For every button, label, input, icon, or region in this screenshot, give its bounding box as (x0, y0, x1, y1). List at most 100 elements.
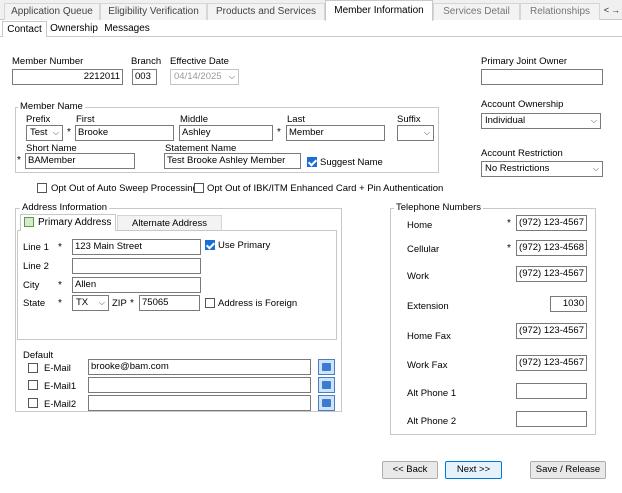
chevron-down-icon: ⌵ (590, 116, 597, 125)
line1-input[interactable]: 123 Main Street (72, 239, 201, 255)
member-name-group-title: Member Name (18, 101, 85, 112)
state-select[interactable]: TX ⌵ (72, 295, 109, 311)
work-fax-input[interactable]: (972) 123-4567 (516, 355, 587, 371)
suffix-label: Suffix (397, 114, 421, 125)
email2-send-button[interactable] (318, 395, 335, 411)
first-name-label: First (76, 114, 95, 125)
email1-send-button[interactable] (318, 377, 335, 393)
suffix-select[interactable]: ⌵ (397, 125, 434, 141)
account-restriction-value: No Restrictions (485, 163, 550, 174)
extension-input[interactable]: 1030 (550, 296, 587, 312)
effective-date-label: Effective Date (170, 56, 229, 67)
suggest-name-label: Suggest Name (320, 157, 383, 168)
work-phone-input[interactable]: (972) 123-4567 (516, 266, 587, 282)
alt-phone1-input[interactable] (516, 383, 587, 399)
suggest-name-checkbox[interactable] (307, 157, 317, 167)
default-label: Default (23, 350, 54, 361)
effective-date-picker[interactable]: 04/14/2025 ⌵ (170, 69, 239, 85)
tab-application-queue[interactable]: Application Queue (4, 3, 100, 20)
email2-default-checkbox[interactable] (28, 398, 38, 408)
save-release-button[interactable]: Save / Release (530, 461, 606, 479)
address-information-title: Address Information (20, 202, 110, 213)
cellular-phone-label: Cellular (407, 244, 440, 255)
prefix-label: Prefix (26, 114, 51, 125)
email1-input[interactable] (88, 377, 311, 393)
prefix-select[interactable]: Test ⌵ (26, 125, 63, 141)
required-marker: * (507, 218, 511, 229)
zip-input[interactable]: 75065 (139, 295, 200, 311)
chevron-down-icon: ⌵ (423, 128, 430, 137)
home-fax-label: Home Fax (407, 331, 451, 342)
chevron-down-icon: ⌵ (98, 298, 105, 307)
address-foreign-checkbox[interactable] (205, 298, 215, 308)
email2-input[interactable] (88, 395, 311, 411)
state-value: TX (76, 297, 89, 308)
statement-name-input[interactable]: Test Brooke Ashley Member (164, 153, 301, 169)
primary-joint-owner-input[interactable] (481, 69, 603, 85)
opt-out-sweep-checkbox[interactable] (37, 183, 47, 193)
use-primary-checkbox[interactable] (205, 240, 215, 250)
line2-input[interactable] (72, 258, 201, 274)
alt-phone2-label: Alt Phone 2 (407, 416, 457, 427)
tab-services-detail[interactable]: Services Detail (433, 3, 520, 20)
required-marker: * (58, 242, 62, 253)
required-marker: * (17, 155, 21, 166)
use-primary-label: Use Primary (218, 240, 271, 251)
effective-date-value: 04/14/2025 (174, 71, 222, 82)
middle-name-input[interactable]: Ashley (179, 125, 273, 141)
tab-member-information[interactable]: Member Information (325, 0, 433, 21)
email1-label: E-Mail1 (44, 381, 77, 392)
address-foreign-label: Address is Foreign (218, 298, 298, 309)
home-phone-input[interactable]: (972) 123-4567 (516, 215, 587, 231)
tab-products-and-services[interactable]: Products and Services (207, 3, 325, 20)
tab-ownership[interactable]: Ownership (48, 21, 100, 37)
account-restriction-select[interactable]: No Restrictions ⌵ (481, 161, 603, 177)
telephone-numbers-title: Telephone Numbers (394, 202, 484, 213)
short-name-input[interactable]: BAMember (25, 153, 135, 169)
work-phone-label: Work (407, 271, 429, 282)
tab-eligibility-verification[interactable]: Eligibility Verification (100, 3, 207, 20)
state-label: State (23, 298, 46, 309)
alt-phone1-label: Alt Phone 1 (407, 388, 457, 399)
primary-address-tab-label: Primary Address (38, 217, 112, 228)
extension-label: Extension (407, 301, 449, 312)
member-number-input[interactable]: 2212011 (12, 69, 123, 85)
required-marker: * (58, 280, 62, 291)
tab-primary-address[interactable]: Primary Address (20, 214, 116, 231)
prefix-value: Test (30, 127, 48, 138)
cellular-phone-input[interactable]: (972) 123-4568 (516, 240, 587, 256)
home-fax-input[interactable]: (972) 123-4567 (516, 323, 587, 339)
scroll-right-icon[interactable]: → (611, 3, 620, 18)
branch-label: Branch (131, 56, 162, 67)
email1-default-checkbox[interactable] (28, 380, 38, 390)
email-default-checkbox[interactable] (28, 363, 38, 373)
account-restriction-label: Account Restriction (481, 148, 563, 159)
required-marker: * (507, 243, 511, 254)
work-fax-label: Work Fax (407, 360, 448, 371)
account-ownership-label: Account Ownership (481, 99, 564, 110)
next-button[interactable]: Next >> (445, 461, 502, 479)
tab-relationships[interactable]: Relationships (520, 3, 600, 20)
email-input[interactable]: brooke@bam.com (88, 359, 311, 375)
last-name-input[interactable]: Member (286, 125, 385, 141)
branch-input[interactable]: 003 (132, 69, 157, 85)
city-input[interactable]: Allen (72, 277, 201, 293)
opt-out-sweep-label: Opt Out of Auto Sweep Processing (51, 183, 198, 194)
chevron-down-icon: ⌵ (52, 128, 59, 137)
alt-phone2-input[interactable] (516, 411, 587, 427)
opt-out-ibk-label: Opt Out of IBK/ITM Enhanced Card + Pin A… (207, 183, 444, 194)
line2-label: Line 2 (23, 261, 49, 272)
email-send-button[interactable] (318, 359, 335, 375)
opt-out-ibk-checkbox[interactable] (194, 183, 204, 193)
zip-label: ZIP (112, 298, 127, 309)
tab-alternate-address[interactable]: Alternate Address (117, 215, 222, 231)
city-label: City (23, 280, 40, 291)
tab-messages[interactable]: Messages (100, 21, 154, 37)
first-name-input[interactable]: Brooke (75, 125, 174, 141)
scroll-left-icon[interactable]: < (602, 3, 611, 18)
tab-contact[interactable]: Contact (2, 21, 47, 37)
back-button[interactable]: << Back (382, 461, 438, 479)
chevron-down-icon: ⌵ (592, 164, 599, 173)
email2-label: E-Mail2 (44, 399, 77, 410)
account-ownership-select[interactable]: Individual ⌵ (481, 113, 601, 129)
